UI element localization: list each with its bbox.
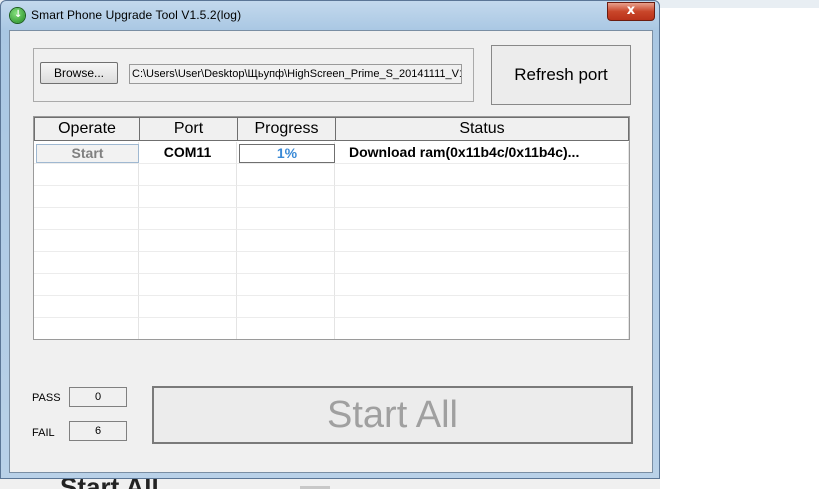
background-peek-text: Start All bbox=[60, 478, 159, 489]
app-window: ↓ Smart Phone Upgrade Tool V1.5.2(log) x… bbox=[0, 0, 660, 479]
table-row-empty bbox=[34, 230, 629, 252]
table-row-empty bbox=[34, 296, 629, 318]
status-cell: Download ram(0x11b4c/0x11b4c)... bbox=[335, 142, 629, 164]
background-window-strip: Start All bbox=[0, 478, 660, 489]
start-all-button[interactable]: Start All bbox=[152, 386, 633, 444]
start-button[interactable]: Start bbox=[36, 144, 139, 163]
progress-cell: 1% bbox=[237, 142, 335, 164]
pass-count: 0 bbox=[69, 387, 127, 407]
table-row[interactable]: Start COM11 1% Download ram(0x11b4c/0x11… bbox=[34, 142, 629, 164]
fail-count: 6 bbox=[69, 421, 127, 441]
port-value: COM11 bbox=[163, 144, 212, 160]
table-row-empty bbox=[34, 318, 629, 339]
table-row-empty bbox=[34, 208, 629, 230]
table-row-empty bbox=[34, 252, 629, 274]
download-arrow-icon: ↓ bbox=[14, 9, 23, 20]
progress-value: 1% bbox=[239, 144, 335, 163]
port-table: Operate Port Progress Status Start COM11… bbox=[33, 116, 630, 340]
operate-cell: Start bbox=[34, 142, 139, 164]
file-path-field[interactable]: C:\Users\User\Desktop\Щьупф\HighScreen_P… bbox=[129, 64, 462, 84]
pass-label: PASS bbox=[32, 392, 61, 404]
table-header: Operate Port Progress Status bbox=[34, 117, 629, 141]
status-value: Download ram(0x11b4c/0x11b4c)... bbox=[349, 144, 580, 160]
column-header-progress[interactable]: Progress bbox=[237, 117, 336, 141]
refresh-port-button[interactable]: Refresh port bbox=[491, 45, 631, 105]
client-area: Browse... C:\Users\User\Desktop\Щьупф\Hi… bbox=[9, 30, 653, 473]
close-button[interactable]: x bbox=[607, 2, 655, 21]
table-row-empty bbox=[34, 274, 629, 296]
port-cell: COM11 bbox=[139, 142, 237, 164]
table-row-empty bbox=[34, 186, 629, 208]
column-header-status[interactable]: Status bbox=[335, 117, 629, 141]
column-header-operate[interactable]: Operate bbox=[34, 117, 140, 141]
fail-label: FAIL bbox=[32, 427, 55, 439]
window-title: Smart Phone Upgrade Tool V1.5.2(log) bbox=[31, 8, 242, 22]
browse-button[interactable]: Browse... bbox=[40, 62, 118, 84]
column-header-port[interactable]: Port bbox=[139, 117, 238, 141]
table-row-empty bbox=[34, 164, 629, 186]
